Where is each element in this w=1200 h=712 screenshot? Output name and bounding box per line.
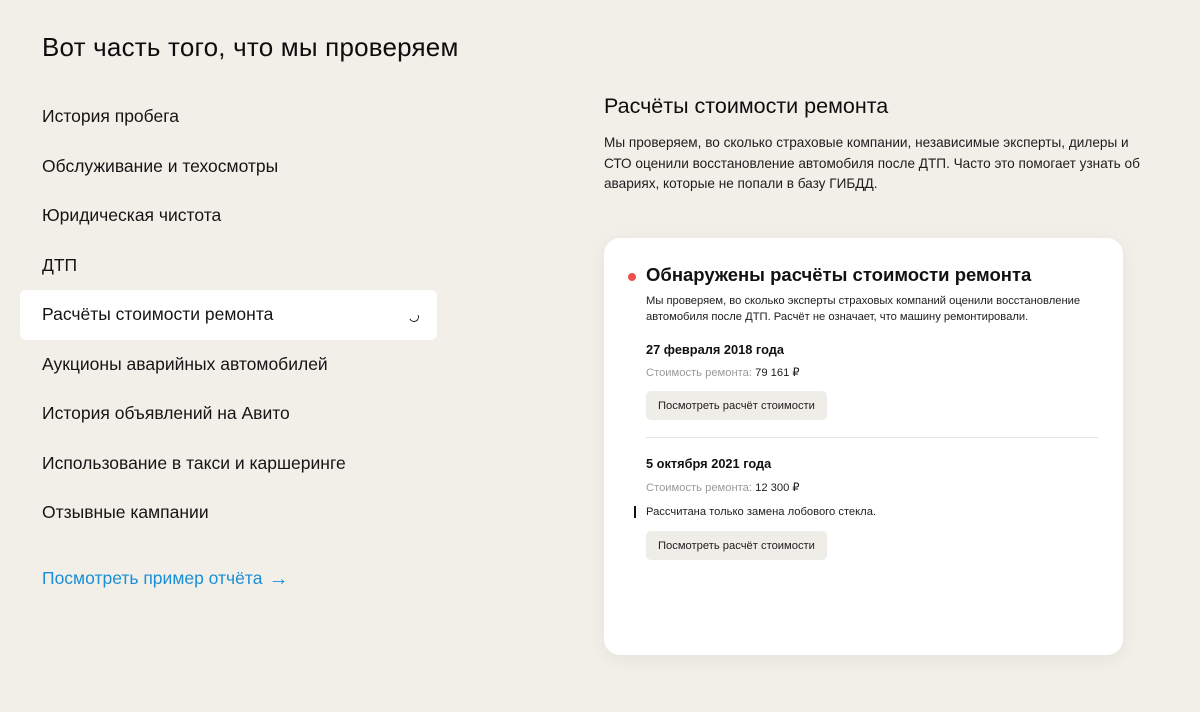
nav-item-label: История объявлений на Авито xyxy=(42,403,290,424)
nav-item-taxi-carsharing[interactable]: Использование в такси и каршеринге xyxy=(20,439,437,489)
nav-item-avito-history[interactable]: История объявлений на Авито xyxy=(20,389,437,439)
nav-item-label: Аукционы аварийных автомобилей xyxy=(42,353,328,374)
cost-label: Стоимость ремонта: xyxy=(646,482,752,494)
nav-item-label: Использование в такси и каршеринге xyxy=(42,452,346,473)
nav-item-accidents[interactable]: ДТП xyxy=(20,241,437,291)
estimate-date: 27 февраля 2018 года xyxy=(646,342,784,357)
section-description: Мы проверяем, во сколько страховые компа… xyxy=(604,135,1140,191)
arrow-right-icon: → xyxy=(268,567,289,590)
nav-item-mileage-history[interactable]: История пробега xyxy=(20,92,437,142)
view-estimate-button[interactable]: Посмотреть расчёт стоимости xyxy=(646,391,827,420)
nav-item-maintenance[interactable]: Обслуживание и техосмотры xyxy=(20,142,437,192)
check-list-nav: История пробега Обслуживание и техосмотр… xyxy=(20,92,437,538)
estimate-note: Рассчитана только замена лобового стекла… xyxy=(634,506,876,518)
cost-value: 79 161 ₽ xyxy=(755,367,800,379)
nav-item-repair-estimates[interactable]: Расчёты стоимости ремонта xyxy=(20,290,437,340)
card-description: Мы проверяем, во сколько эксперты страхо… xyxy=(646,295,1081,323)
nav-item-label: Расчёты стоимости ремонта xyxy=(42,304,274,325)
nav-item-label: История пробега xyxy=(42,106,179,127)
nav-item-label: Обслуживание и техосмотры xyxy=(42,155,279,176)
view-estimate-button[interactable]: Посмотреть расчёт стоимости xyxy=(646,531,827,560)
nav-item-label: Отзывные кампании xyxy=(42,502,209,523)
example-link-label: Посмотреть пример отчёта xyxy=(42,568,263,588)
note-text: Рассчитана только замена лобового стекла… xyxy=(646,506,877,518)
nav-item-legal[interactable]: Юридическая чистота xyxy=(20,191,437,241)
divider xyxy=(646,437,1098,438)
nav-item-label: Юридическая чистота xyxy=(42,205,222,226)
cost-value: 12 300 ₽ xyxy=(755,482,800,494)
section-title: Расчёты стоимости ремонта xyxy=(604,94,889,118)
note-marker-icon xyxy=(634,506,636,518)
estimate-cost: Стоимость ремонта: 12 300 ₽ xyxy=(646,481,800,494)
card-title: Обнаружены расчёты стоимости ремонта xyxy=(646,264,1032,285)
page-title: Вот часть того, что мы проверяем xyxy=(42,32,459,62)
view-example-report-link[interactable]: Посмотреть пример отчёта → xyxy=(42,568,288,589)
status-dot-icon xyxy=(628,273,636,281)
cost-label: Стоимость ремонта: xyxy=(646,367,752,379)
repair-estimates-card: Обнаружены расчёты стоимости ремонта Мы … xyxy=(604,238,1123,655)
estimate-cost: Стоимость ремонта: 79 161 ₽ xyxy=(646,366,800,379)
estimate-date: 5 октября 2021 года xyxy=(646,456,772,471)
loading-spinner-icon xyxy=(407,310,421,324)
nav-item-auctions[interactable]: Аукционы аварийных автомобилей xyxy=(20,340,437,390)
nav-item-label: ДТП xyxy=(42,254,78,275)
nav-item-recalls[interactable]: Отзывные кампании xyxy=(20,488,437,538)
